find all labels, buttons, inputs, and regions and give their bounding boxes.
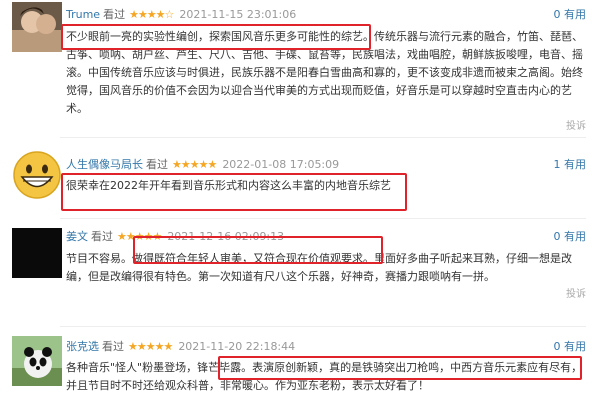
highlight-box [61,24,371,50]
highlight-box [61,173,407,211]
review-meta: 张克选 看过 ★★★★★ 2021-11-20 22:18:44 [66,338,295,354]
emoji-avatar-icon [13,151,61,199]
review-date: 2021-11-20 22:18:44 [178,340,296,353]
divider [60,137,586,138]
watched-label: 看过 [102,340,124,353]
user-avatar[interactable] [12,150,62,200]
username-link[interactable]: Trume [66,8,100,21]
user-avatar[interactable] [12,336,62,386]
username-link[interactable]: 姜文 [66,230,88,243]
watched-label: 看过 [146,158,168,171]
divider [60,218,586,219]
username-link[interactable]: 张克选 [66,340,99,353]
star-rating: ★★★★★ [172,158,217,171]
review-item: Trume 看过 ★★★★☆ 2021-11-15 23:01:06 0 有用 不少眼… [0,0,600,140]
panda-avatar-icon [12,336,62,386]
review-date: 2021-11-15 23:01:06 [179,8,297,21]
divider [60,326,586,327]
highlight-box [218,356,582,380]
useful-count-link[interactable]: 0 有用 [554,338,587,354]
star-rating: ★★★★★ [128,340,173,353]
useful-count-link[interactable]: 0 有用 [554,228,587,244]
star-rating: ★★★★☆ [129,8,174,21]
highlight-box [133,236,383,264]
useful-count-link[interactable]: 1 有用 [554,156,587,172]
user-avatar[interactable] [12,228,62,278]
watched-label: 看过 [103,8,126,21]
username-link[interactable]: 人生偶像马局长 [66,158,143,171]
user-avatar[interactable] [12,2,62,52]
photo-avatar-icon [12,2,62,52]
review-date: 2022-01-08 17:05:09 [222,158,340,171]
useful-count-link[interactable]: 0 有用 [554,6,587,22]
review-item: 张克选 看过 ★★★★★ 2021-11-20 22:18:44 0 有用 各种音乐"… [0,330,600,420]
review-item: 姜文 看过 ★★★★★ 2021-12-16 02:09:13 0 有用 节目不容易。… [0,222,600,322]
report-link[interactable]: 投诉 [566,117,586,132]
watched-label: 看过 [91,230,113,243]
report-link[interactable]: 投诉 [566,285,586,300]
review-meta: 人生偶像马局长 看过 ★★★★★ 2022-01-08 17:05:09 [66,156,339,172]
review-item: 人生偶像马局长 看过 ★★★★★ 2022-01-08 17:05:09 1 有用 很… [0,140,600,220]
review-meta: Trume 看过 ★★★★☆ 2021-11-15 23:01:06 [66,6,296,22]
black-avatar-icon [12,228,62,278]
